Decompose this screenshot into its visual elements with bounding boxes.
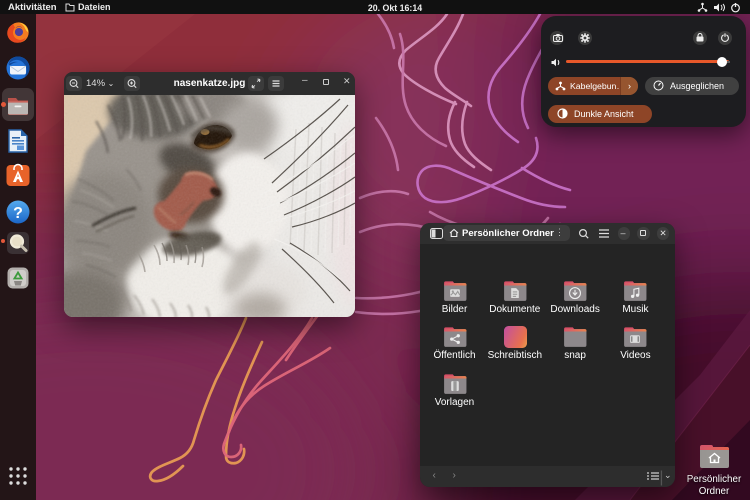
svg-text:?: ? [13, 205, 23, 222]
